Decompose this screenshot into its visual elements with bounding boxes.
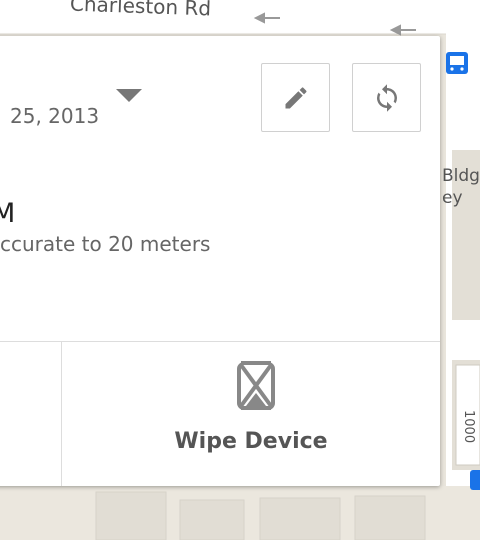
wipe-phone-icon	[237, 361, 275, 410]
building-label: Bldg	[442, 166, 480, 186]
wipe-device-label: Wipe Device	[174, 429, 328, 454]
bus-icon-2	[470, 470, 480, 490]
rename-device-button[interactable]	[261, 63, 330, 132]
address-number-label: 1000	[461, 410, 476, 444]
refresh-location-button[interactable]	[352, 63, 421, 132]
bus-icon	[446, 52, 468, 74]
pencil-icon	[285, 86, 306, 108]
wipe-device-button[interactable]: Wipe Device	[62, 341, 440, 486]
last-seen-time: M	[0, 198, 16, 229]
device-selector-dropdown-icon[interactable]	[116, 89, 142, 102]
location-accuracy-text: ccurate to 20 meters	[0, 232, 211, 256]
building-label-2: ey	[442, 188, 463, 208]
refresh-icon	[376, 83, 397, 112]
last-seen-date: 25, 2013	[10, 104, 100, 128]
